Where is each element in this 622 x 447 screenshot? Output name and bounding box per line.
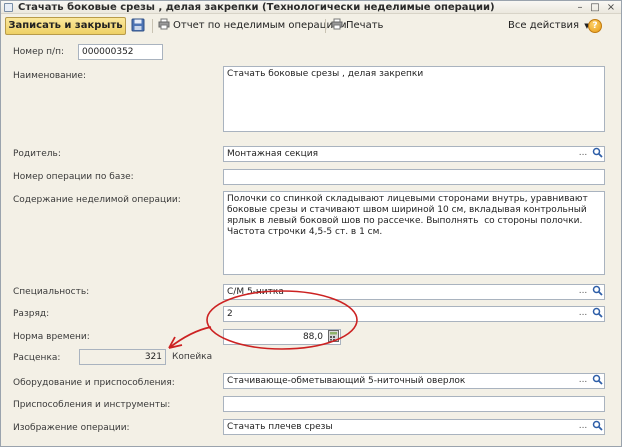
annotation-ellipse [206,290,358,350]
form-window: Стачать боковые срезы , делая закрепки (… [0,0,622,447]
annotation-overlay [168,290,358,350]
